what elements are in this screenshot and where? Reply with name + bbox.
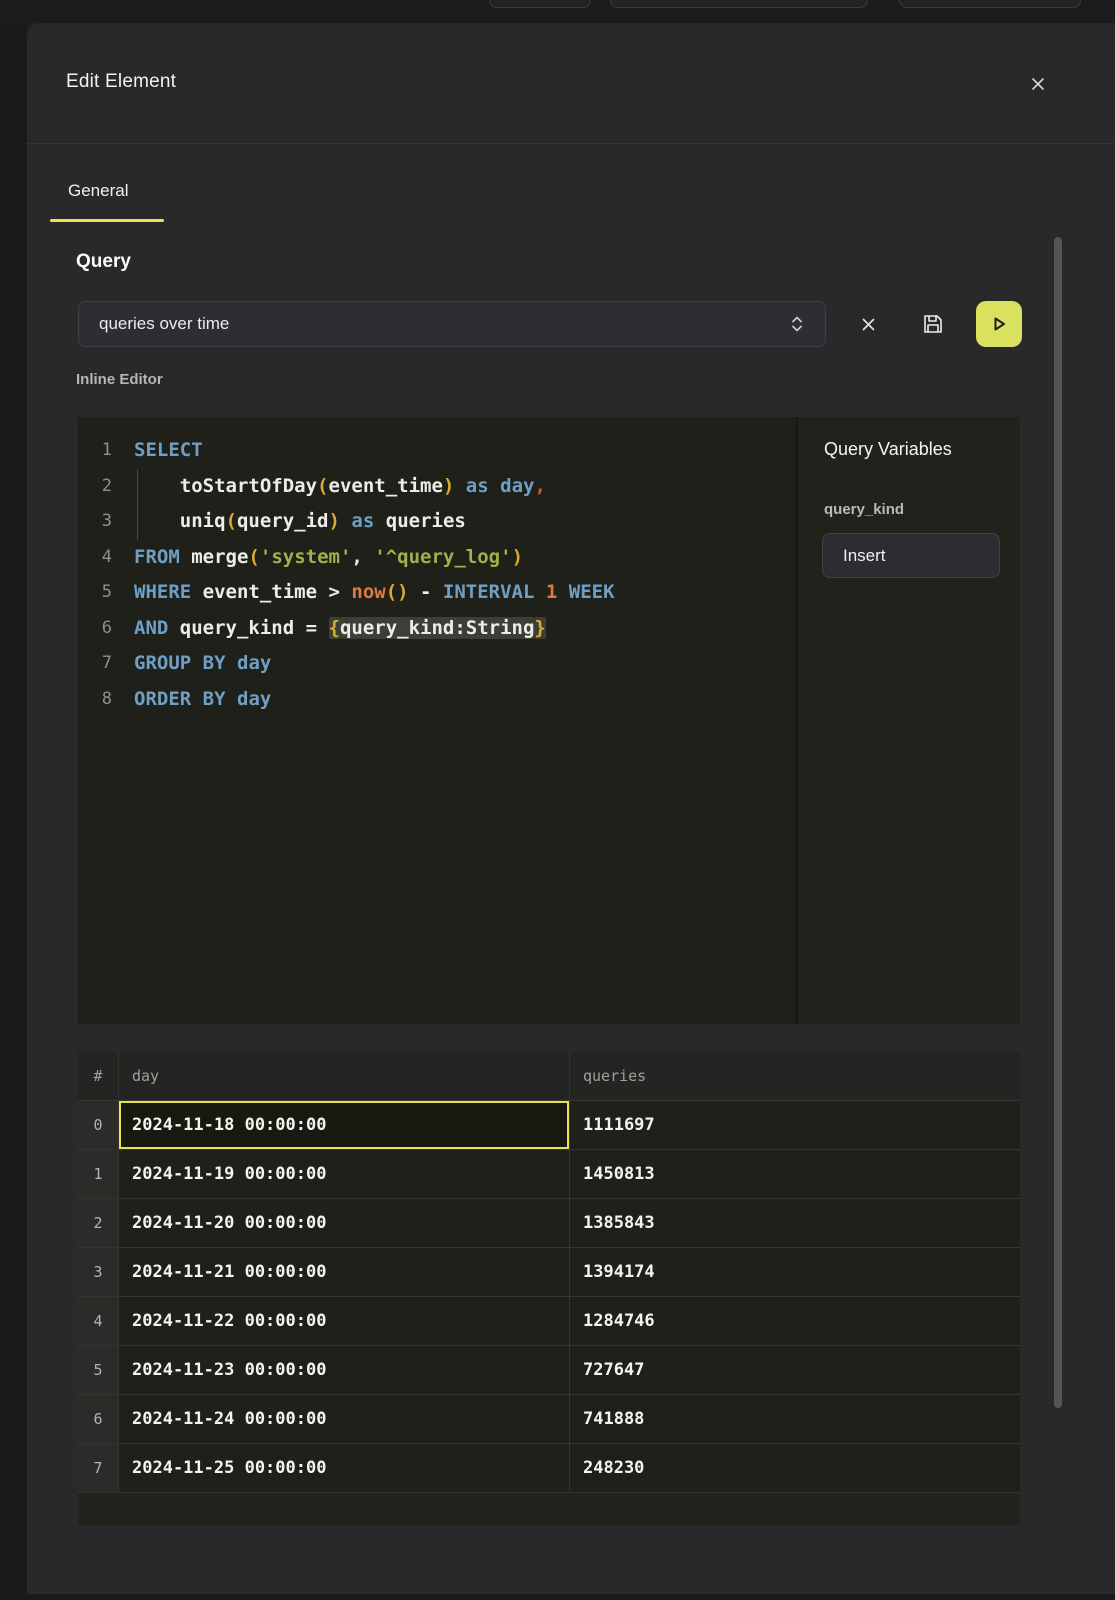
row-index-cell: 6 — [78, 1395, 119, 1444]
query-variables-title: Query Variables — [824, 439, 952, 460]
run-query-button[interactable] — [976, 301, 1022, 347]
edit-element-modal: Edit Element General Query queries over … — [27, 23, 1115, 1594]
inline-editor-label: Inline Editor — [76, 371, 163, 388]
queries-cell[interactable]: 1385843 — [570, 1199, 1020, 1248]
code-text: uniq(query_id) as queries — [134, 504, 466, 540]
sql-editor[interactable]: 1SELECT2 toStartOfDay(event_time) as day… — [78, 417, 1020, 1024]
table-row: 62024-11-24 00:00:00741888 — [78, 1395, 1020, 1444]
modal-header: Edit Element — [27, 23, 1115, 143]
code-text: GROUP BY day — [134, 646, 271, 682]
line-number: 4 — [78, 540, 112, 576]
query-variables-panel: Query Variables query_kind Insert — [796, 417, 1020, 1024]
row-index-cell: 7 — [78, 1444, 119, 1493]
background-toolbar-button[interactable] — [899, 0, 1081, 8]
code-text: toStartOfDay(event_time) as day, — [134, 469, 546, 505]
row-index-cell: 4 — [78, 1297, 119, 1346]
line-number: 5 — [78, 575, 112, 611]
day-cell[interactable]: 2024-11-24 00:00:00 — [119, 1395, 570, 1444]
background-toolbar-button[interactable] — [610, 0, 868, 8]
screen: Edit Element General Query queries over … — [0, 0, 1115, 1600]
day-cell[interactable]: 2024-11-21 00:00:00 — [119, 1248, 570, 1297]
code-text: SELECT — [134, 433, 203, 469]
row-index-cell: 0 — [78, 1101, 119, 1150]
code-text: WHERE event_time > now() - INTERVAL 1 WE… — [134, 575, 615, 611]
background-topbar — [0, 0, 1115, 23]
table-row: 12024-11-19 00:00:001450813 — [78, 1150, 1020, 1199]
indent-guide — [137, 469, 138, 540]
variable-name-label: query_kind — [824, 501, 904, 518]
queries-cell[interactable]: 1394174 — [570, 1248, 1020, 1297]
code-line: 8 ORDER BY day — [78, 682, 796, 718]
code-line: 3 uniq(query_id) as queries — [78, 504, 796, 540]
column-header-day: day — [119, 1051, 570, 1100]
results-table-header: # day queries — [78, 1051, 1020, 1101]
code-line: 6 AND query_kind = {query_kind:String} — [78, 611, 796, 647]
select-chevron-icon — [791, 316, 803, 332]
row-index-cell: 5 — [78, 1346, 119, 1395]
row-index-cell: 1 — [78, 1150, 119, 1199]
queries-cell[interactable]: 1111697 — [570, 1101, 1020, 1150]
day-cell[interactable]: 2024-11-20 00:00:00 — [119, 1199, 570, 1248]
save-icon[interactable] — [917, 308, 949, 340]
day-cell[interactable]: 2024-11-23 00:00:00 — [119, 1346, 570, 1395]
queries-cell[interactable]: 741888 — [570, 1395, 1020, 1444]
day-cell[interactable]: 2024-11-22 00:00:00 — [119, 1297, 570, 1346]
results-table: # day queries 02024-11-18 00:00:00111169… — [78, 1051, 1020, 1525]
table-row: 02024-11-18 00:00:001111697 — [78, 1101, 1020, 1150]
day-cell-selected[interactable]: 2024-11-18 00:00:00 — [119, 1101, 570, 1150]
header-divider — [27, 143, 1115, 144]
table-row: 52024-11-23 00:00:00727647 — [78, 1346, 1020, 1395]
code-line: 4 FROM merge('system', '^query_log') — [78, 540, 796, 576]
table-row: 72024-11-25 00:00:00248230 — [78, 1444, 1020, 1493]
code-line: 5 WHERE event_time > now() - INTERVAL 1 W… — [78, 575, 796, 611]
column-header-index: # — [78, 1051, 119, 1100]
query-select-value: queries over time — [79, 314, 825, 334]
results-table-footer — [78, 1493, 1020, 1525]
line-number: 6 — [78, 611, 112, 647]
insert-variable-button[interactable]: Insert — [822, 533, 1000, 578]
scrollbar-thumb[interactable] — [1054, 237, 1062, 1408]
close-icon[interactable] — [1027, 73, 1049, 95]
table-row: 32024-11-21 00:00:001394174 — [78, 1248, 1020, 1297]
code-text: ORDER BY day — [134, 682, 271, 718]
line-number: 8 — [78, 682, 112, 718]
query-select[interactable]: queries over time — [78, 301, 826, 347]
modal-title: Edit Element — [66, 71, 176, 93]
table-row: 22024-11-20 00:00:001385843 — [78, 1199, 1020, 1248]
code-line: 7 GROUP BY day — [78, 646, 796, 682]
row-index-cell: 3 — [78, 1248, 119, 1297]
clear-query-icon[interactable] — [854, 310, 882, 338]
table-row: 42024-11-22 00:00:001284746 — [78, 1297, 1020, 1346]
tab-active-underline — [50, 219, 164, 222]
code-area[interactable]: 1SELECT2 toStartOfDay(event_time) as day… — [78, 417, 796, 1024]
code-text: FROM merge('system', '^query_log') — [134, 540, 523, 576]
column-header-queries: queries — [570, 1051, 1020, 1100]
row-index-cell: 2 — [78, 1199, 119, 1248]
query-section-heading: Query — [76, 251, 131, 273]
line-number: 1 — [78, 433, 112, 469]
code-line: 2 toStartOfDay(event_time) as day, — [78, 469, 796, 505]
code-line: 1 SELECT — [78, 433, 796, 469]
line-number: 2 — [78, 469, 112, 505]
queries-cell[interactable]: 1284746 — [570, 1297, 1020, 1346]
queries-cell[interactable]: 727647 — [570, 1346, 1020, 1395]
line-number: 3 — [78, 504, 112, 540]
background-toolbar-button[interactable] — [489, 0, 591, 8]
background-bottom-edge — [27, 1594, 1115, 1600]
background-page-edge — [0, 23, 27, 1600]
day-cell[interactable]: 2024-11-19 00:00:00 — [119, 1150, 570, 1199]
queries-cell[interactable]: 1450813 — [570, 1150, 1020, 1199]
line-number: 7 — [78, 646, 112, 682]
tab-general[interactable]: General — [68, 181, 128, 201]
queries-cell[interactable]: 248230 — [570, 1444, 1020, 1493]
code-text: AND query_kind = {query_kind:String} — [134, 611, 546, 647]
day-cell[interactable]: 2024-11-25 00:00:00 — [119, 1444, 570, 1493]
